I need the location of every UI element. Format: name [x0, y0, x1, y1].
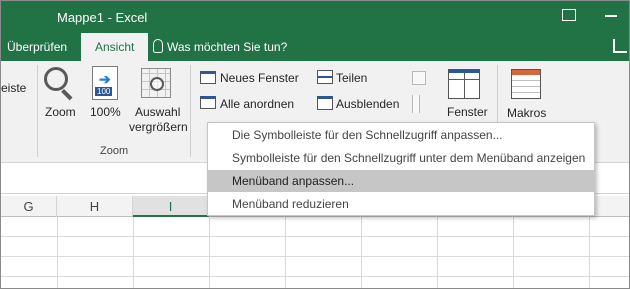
- minimize-icon[interactable]: [605, 15, 617, 17]
- zoom-label: Zoom: [45, 105, 76, 119]
- arrange-all-icon: [200, 96, 216, 109]
- switch-windows-label: Fenster: [447, 105, 488, 119]
- grid-line: [589, 217, 590, 288]
- ribbon-separator: [37, 65, 38, 157]
- menu-item-customize-ribbon[interactable]: Menüband anpassen...: [208, 170, 594, 192]
- grid-line: [285, 217, 286, 288]
- new-window-icon: [200, 71, 216, 84]
- macros-label: Makros: [507, 106, 547, 120]
- zoom-group-label: Zoom: [100, 145, 129, 157]
- menu-item-customize-quick-access[interactable]: Die Symbolleiste für den Schnellzugriff …: [208, 124, 594, 146]
- grid-line: [361, 217, 362, 288]
- magnifier-icon: [44, 67, 74, 101]
- synchronous-scroll-icon: [412, 95, 420, 113]
- new-window-label: Neues Fenster: [220, 71, 299, 85]
- ribbon-display-options-icon[interactable]: [562, 9, 576, 21]
- tell-me-text: Was möchten Sie tun?: [167, 40, 288, 54]
- zoom-selection-label-1: Auswahl: [135, 105, 181, 119]
- grid-line: [209, 217, 210, 288]
- tell-me-box[interactable]: Was möchten Sie tun?: [153, 33, 287, 61]
- ribbon-tab-bar: Überprüfen Ansicht Was möchten Sie tun?: [1, 33, 629, 61]
- column-header[interactable]: [589, 196, 629, 217]
- menu-item-show-quick-access-below[interactable]: Symbolleiste für den Schnellzugriff unte…: [208, 147, 594, 169]
- title-bar: Mappe1 - Excel: [1, 1, 629, 33]
- share-icon[interactable]: [613, 39, 627, 53]
- grid-line: [437, 217, 438, 288]
- column-header-h[interactable]: H: [57, 196, 133, 217]
- ribbon-separator: [190, 65, 191, 157]
- tab-ansicht[interactable]: Ansicht: [81, 33, 149, 61]
- zoom-100-icon: ➔ 100: [92, 66, 118, 100]
- window-title: Mappe1 - Excel: [57, 10, 148, 25]
- zoom-selection-icon: [141, 68, 171, 98]
- zoom-selection-label-2: vergrößern: [129, 120, 188, 134]
- column-header-g[interactable]: G: [1, 196, 57, 217]
- arrange-all-label: Alle anordnen: [220, 97, 295, 111]
- lightbulb-icon: [153, 39, 163, 53]
- split-label: Teilen: [336, 71, 368, 85]
- ribbon-context-menu: Die Symbolleiste für den Schnellzugriff …: [207, 122, 595, 216]
- view-side-by-side-icon: [412, 71, 426, 85]
- split-icon: [317, 70, 333, 84]
- hide-label: Ausblenden: [336, 97, 400, 111]
- tab-ueberpruefen[interactable]: Überprüfen: [7, 33, 67, 61]
- zoom-100-label: 100%: [90, 105, 121, 119]
- hide-window-icon: [317, 96, 333, 110]
- switch-windows-icon: [448, 69, 480, 99]
- grid-line: [513, 217, 514, 288]
- ribbon-partial-label[interactable]: eiste: [1, 81, 26, 95]
- menu-item-collapse-ribbon[interactable]: Menüband reduzieren: [208, 193, 594, 215]
- cell-grid[interactable]: [1, 217, 629, 288]
- column-header-i[interactable]: I: [133, 196, 209, 217]
- macros-icon: [511, 69, 541, 99]
- grid-line: [57, 217, 58, 288]
- excel-window: Mappe1 - Excel Überprüfen Ansicht Was mö…: [0, 0, 630, 289]
- grid-line: [133, 217, 134, 288]
